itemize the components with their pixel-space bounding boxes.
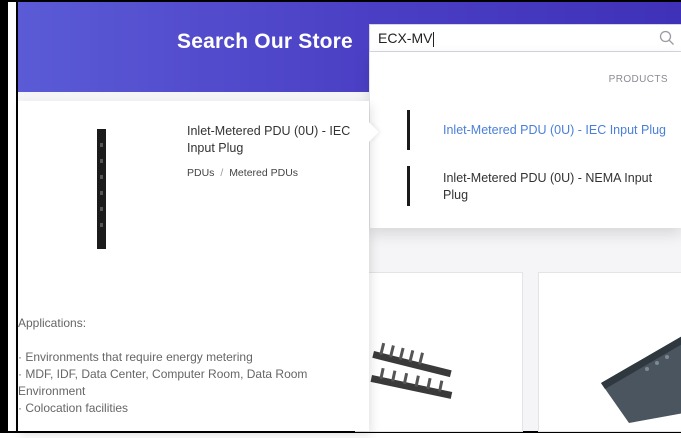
search-input-value: ECX-MV <box>378 30 433 46</box>
result-item-label: Inlet-Metered PDU (0U) - NEMA Input Plug <box>443 171 653 202</box>
application-item: · Colocation facilities <box>18 401 129 415</box>
product-image-shelf <box>601 336 681 423</box>
search-input[interactable]: ECX-MV <box>369 24 681 52</box>
product-card[interactable] <box>538 272 681 432</box>
search-icon[interactable] <box>659 30 675 46</box>
result-thumbnail <box>407 166 410 206</box>
product-image-pdu <box>97 129 106 249</box>
breadcrumb-parent[interactable]: PDUs <box>187 167 214 179</box>
product-image-rail <box>370 342 453 399</box>
preview-title[interactable]: Inlet-Metered PDU (0U) - IEC Input Plug <box>187 123 357 157</box>
applications-heading: Applications: <box>18 316 87 330</box>
text-caret <box>433 31 435 47</box>
result-item[interactable]: Inlet-Metered PDU (0U) - IEC Input Plug <box>370 106 681 154</box>
preview-description: Applications: · Environments that requir… <box>18 315 348 417</box>
product-card[interactable] <box>355 272 523 432</box>
breadcrumb-separator: / <box>220 167 224 179</box>
results-section-label: PRODUCTS <box>608 74 668 85</box>
header-title: Search Our Store <box>177 30 353 53</box>
application-item: · MDF, IDF, Data Center, Computer Room, … <box>18 367 308 398</box>
left-gap <box>8 2 16 431</box>
result-item-label: Inlet-Metered PDU (0U) - IEC Input Plug <box>443 123 666 137</box>
search-results-dropdown: PRODUCTS Inlet-Metered PDU (0U) - IEC In… <box>369 52 681 228</box>
result-item[interactable]: Inlet-Metered PDU (0U) - NEMA Input Plug <box>370 160 681 208</box>
breadcrumb-child[interactable]: Metered PDUs <box>229 167 298 179</box>
result-thumbnail <box>407 110 410 150</box>
application-item: · Environments that require energy meter… <box>18 350 253 364</box>
breadcrumb: PDUs / Metered PDUs <box>187 167 298 179</box>
